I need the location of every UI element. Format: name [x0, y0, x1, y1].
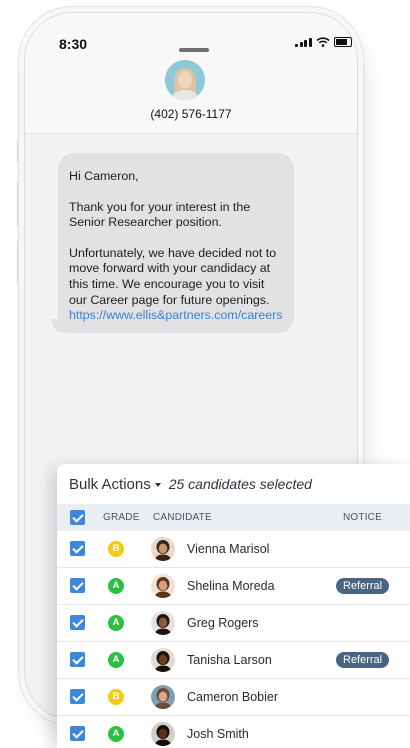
- phone-mute-switch: [17, 140, 20, 162]
- row-checkbox[interactable]: [70, 652, 85, 667]
- message-greeting: Hi Cameron,: [69, 169, 139, 183]
- candidate-avatar: [151, 537, 175, 561]
- grade-badge: A: [108, 578, 124, 594]
- phone-volume-down-button: [17, 240, 20, 284]
- table-row[interactable]: B Vienna Marisol: [57, 531, 410, 568]
- bulk-actions-panel: Bulk Actions 25 candidates selected GRAD…: [57, 464, 410, 748]
- battery-icon: [333, 37, 352, 47]
- row-checkbox[interactable]: [70, 578, 85, 593]
- candidate-avatar: [151, 685, 175, 709]
- candidate-name[interactable]: Shelina Moreda: [187, 579, 275, 593]
- message-header: 8:30 (402) 576-1177: [25, 13, 357, 134]
- notice-badge: Referral: [336, 652, 390, 668]
- message-paragraph-2: Unfortunately, we have decided not to mo…: [69, 246, 283, 324]
- status-time: 8:30: [59, 36, 88, 52]
- careers-link[interactable]: https://www.ellis&partners.com/careers: [69, 308, 282, 322]
- message-bubble: Hi Cameron, Thank you for your interest …: [58, 153, 294, 333]
- column-grade: GRADE: [103, 512, 140, 523]
- bulk-actions-header: Bulk Actions 25 candidates selected: [57, 464, 410, 504]
- table-row[interactable]: A Josh Smith: [57, 716, 410, 748]
- bulk-actions-dropdown[interactable]: Bulk Actions: [69, 476, 161, 493]
- stage: 8:30 (402) 576-1177 Hi Cameron, Thank yo…: [0, 0, 410, 748]
- table-row[interactable]: A Tanisha Larson Referral: [57, 642, 410, 679]
- cellular-signal-icon: [295, 38, 312, 47]
- row-checkbox[interactable]: [70, 689, 85, 704]
- grade-badge: B: [108, 541, 124, 557]
- phone-power-button: [360, 200, 363, 270]
- column-notice: NOTICE: [343, 512, 382, 523]
- contact-number: (402) 576-1177: [150, 107, 232, 121]
- candidate-avatar: [151, 648, 175, 672]
- row-checkbox[interactable]: [70, 615, 85, 630]
- candidate-name[interactable]: Vienna Marisol: [187, 542, 269, 556]
- grade-badge: A: [108, 726, 124, 742]
- caret-down-icon: [154, 482, 161, 487]
- grade-badge: B: [108, 689, 124, 705]
- row-checkbox[interactable]: [70, 726, 85, 741]
- table-row[interactable]: A Shelina Moreda Referral: [57, 568, 410, 605]
- wifi-icon: [315, 37, 330, 47]
- candidate-name[interactable]: Greg Rogers: [187, 616, 259, 630]
- candidate-avatar: [151, 611, 175, 635]
- candidate-name[interactable]: Tanisha Larson: [187, 653, 272, 667]
- status-icons: [295, 37, 352, 47]
- table-header: GRADE CANDIDATE NOTICE: [57, 504, 410, 531]
- candidate-avatar: [151, 574, 175, 598]
- candidate-name[interactable]: Josh Smith: [187, 727, 249, 741]
- table-row[interactable]: A Greg Rogers: [57, 605, 410, 642]
- selected-count: 25 candidates selected: [168, 476, 312, 492]
- speaker-notch: [179, 48, 209, 52]
- bulk-actions-label: Bulk Actions: [69, 475, 151, 493]
- message-paragraph-2-text: Unfortunately, we have decided not to mo…: [69, 245, 277, 307]
- candidate-avatar: [151, 722, 175, 746]
- message-paragraph-1: Thank you for your interest in the Senio…: [69, 199, 251, 230]
- notice-badge: Referral: [336, 578, 390, 594]
- grade-badge: A: [108, 615, 124, 631]
- phone-volume-up-button: [17, 182, 20, 226]
- column-candidate: CANDIDATE: [153, 512, 212, 523]
- candidate-list: B Vienna Marisol A Shelina Moreda Referral A G…: [57, 531, 410, 748]
- contact-avatar[interactable]: [165, 60, 205, 100]
- select-all-checkbox[interactable]: [70, 510, 85, 525]
- row-checkbox[interactable]: [70, 541, 85, 556]
- table-row[interactable]: B Cameron Bobier: [57, 679, 410, 716]
- candidate-name[interactable]: Cameron Bobier: [187, 690, 278, 704]
- grade-badge: A: [108, 652, 124, 668]
